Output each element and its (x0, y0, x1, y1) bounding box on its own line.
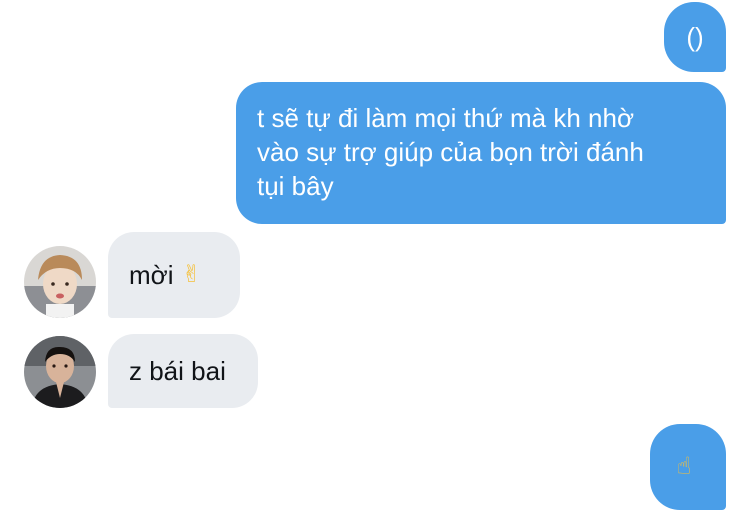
avatar[interactable] (24, 336, 96, 408)
user-avatar-photo-icon (24, 246, 96, 318)
message-bubble-outgoing[interactable]: ☝ (650, 424, 726, 510)
message-text: t sẽ tự đi làm mọi thứ mà kh nhờ vào sự … (257, 103, 644, 201)
message-bubble-outgoing[interactable]: () (664, 2, 726, 72)
message-text: mời (129, 260, 174, 290)
hand-gesture-emoji-icon: ✌ (181, 261, 202, 288)
message-text: () (686, 22, 704, 52)
message-bubble-outgoing[interactable]: t sẽ tự đi làm mọi thứ mà kh nhờ vào sự … (236, 82, 726, 224)
message-bubble-incoming[interactable]: z bái bai (108, 334, 258, 408)
message-bubble-incoming[interactable]: mời ✌ (108, 232, 240, 318)
message-text: z bái bai (129, 356, 226, 386)
pointing-finger-emoji-icon: ☝ (676, 453, 692, 480)
avatar[interactable] (24, 246, 96, 318)
user-avatar-photo-icon (24, 336, 96, 408)
